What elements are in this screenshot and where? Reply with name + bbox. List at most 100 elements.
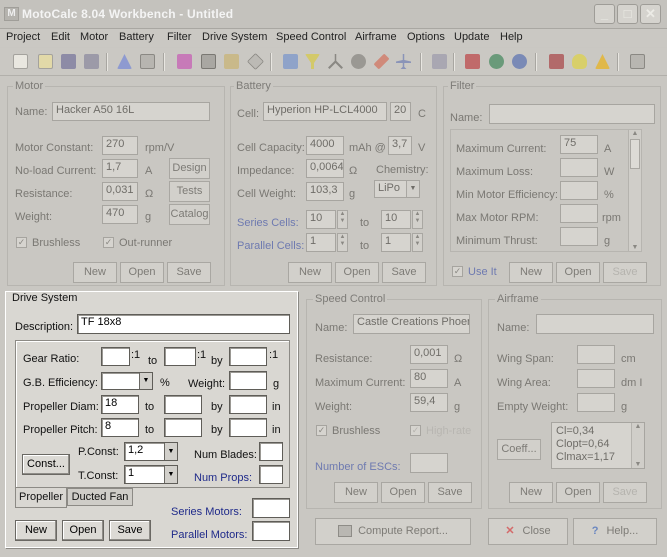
menu-airframe[interactable]: Airframe xyxy=(355,31,397,43)
web-update-icon[interactable] xyxy=(465,54,480,69)
motor-constant-field[interactable]: 270 xyxy=(102,136,138,155)
globe-info-icon[interactable] xyxy=(512,54,527,69)
series-cells-to-field[interactable]: 10 xyxy=(381,210,411,229)
esc-brushless-checkbox[interactable]: ✓ xyxy=(316,425,327,436)
filter-save-button[interactable]: Save xyxy=(603,262,647,283)
close-window-button[interactable]: ✕ xyxy=(640,4,661,24)
wing-span-field[interactable] xyxy=(577,345,615,364)
motor-tests-button[interactable]: Tests xyxy=(169,181,210,202)
esc-maxcur-field[interactable]: 80 xyxy=(410,369,448,388)
const-button[interactable]: Const... xyxy=(22,454,70,475)
airframe-save-button[interactable]: Save xyxy=(603,482,647,503)
save-as-icon[interactable] xyxy=(84,54,99,69)
book-icon[interactable] xyxy=(549,54,564,69)
motor-catalog-button[interactable]: Catalog xyxy=(169,204,210,225)
parallel-cells-to-spinner[interactable]: ▲ ▼ xyxy=(412,233,423,252)
menu-filter[interactable]: Filter xyxy=(167,31,191,43)
battery-open-button[interactable]: Open xyxy=(335,262,379,283)
coeff-scrollbar[interactable]: ▲ ▼ xyxy=(631,423,644,468)
database-icon[interactable] xyxy=(432,54,447,69)
motor-tests-icon[interactable] xyxy=(140,54,155,69)
brushless-checkbox[interactable]: ✓ xyxy=(16,237,27,248)
gearbox-weight-field[interactable] xyxy=(229,371,267,390)
menu-update[interactable]: Update xyxy=(454,31,489,43)
filter-scrollbar[interactable]: ▲ ▼ xyxy=(628,130,641,251)
drive-save-button[interactable]: Save xyxy=(109,520,151,541)
esc-new-button[interactable]: New xyxy=(334,482,378,503)
description-field[interactable]: TF 18x8 xyxy=(77,314,290,334)
coeff-scroll-up-icon[interactable]: ▲ xyxy=(632,423,644,430)
warning-icon[interactable] xyxy=(595,54,610,69)
tconst-select[interactable]: 1 ▼ xyxy=(124,465,178,484)
esc-weight-field[interactable]: 59,4 xyxy=(410,393,448,412)
fan-icon[interactable] xyxy=(351,54,366,69)
filter-name-field[interactable] xyxy=(489,104,655,124)
drive-new-button[interactable]: New xyxy=(15,520,57,541)
close-button[interactable]: ✕ Close xyxy=(488,518,568,545)
esc-resistance-field[interactable]: 0,001 xyxy=(410,345,448,364)
chart-icon[interactable] xyxy=(224,54,239,69)
exit-icon[interactable] xyxy=(630,54,645,69)
propeller-pitch-from-field[interactable]: 8 xyxy=(101,418,139,437)
motor-save-button[interactable]: Save xyxy=(167,262,211,283)
battery-save-button[interactable]: Save xyxy=(382,262,426,283)
motor-open-button[interactable]: Open xyxy=(120,262,164,283)
tconst-dropdown-icon[interactable]: ▼ xyxy=(164,466,177,483)
cell-voltage-field[interactable]: 3,7 xyxy=(388,136,412,155)
motor-weight-field[interactable]: 470 xyxy=(102,205,138,224)
esc-save-button[interactable]: Save xyxy=(428,482,472,503)
gear-ratio-to-field[interactable] xyxy=(164,347,196,366)
menu-help[interactable]: Help xyxy=(500,31,523,43)
menu-motor[interactable]: Motor xyxy=(80,31,108,43)
save-project-icon[interactable] xyxy=(61,54,76,69)
menu-drive-system[interactable]: Drive System xyxy=(202,31,267,43)
airplane-icon[interactable] xyxy=(396,54,411,69)
outrunner-checkbox[interactable]: ✓ xyxy=(103,237,114,248)
esc-name-field[interactable]: Castle Creations Phoeni xyxy=(353,314,470,334)
tip-bulb-icon[interactable] xyxy=(572,54,587,69)
motor-design-button[interactable]: Design xyxy=(169,158,210,179)
scroll-up-icon[interactable]: ▲ xyxy=(629,130,641,137)
tab-propeller[interactable]: Propeller xyxy=(15,488,67,508)
num-escs-field[interactable] xyxy=(410,453,448,473)
scroll-thumb[interactable] xyxy=(630,139,640,169)
num-blades-field[interactable] xyxy=(259,442,283,461)
gear-ratio-from-field[interactable] xyxy=(101,347,130,366)
gear-ratio-by-field[interactable] xyxy=(229,347,267,366)
chemistry-dropdown-arrow-icon[interactable]: ▼ xyxy=(406,181,419,197)
scroll-down-icon[interactable]: ▼ xyxy=(629,244,641,251)
motor-resistance-field[interactable]: 0,031 xyxy=(102,182,138,201)
diamond-icon[interactable] xyxy=(247,53,264,70)
parallel-cells-from-spinner[interactable]: ▲ ▼ xyxy=(337,233,348,252)
noload-current-field[interactable]: 1,7 xyxy=(102,159,138,178)
propeller-diam-from-field[interactable]: 18 xyxy=(101,395,139,414)
filter-row-value[interactable] xyxy=(560,227,598,246)
esc-icon[interactable] xyxy=(373,53,390,70)
menu-edit[interactable]: Edit xyxy=(51,31,70,43)
use-it-checkbox[interactable]: ✓ xyxy=(452,266,463,277)
num-props-field[interactable] xyxy=(259,465,283,484)
battery-icon[interactable] xyxy=(177,54,192,69)
pconst-dropdown-icon[interactable]: ▼ xyxy=(164,443,177,460)
compute-report-button[interactable]: Compute Report... xyxy=(315,518,471,545)
gb-efficiency-select[interactable]: ▼ xyxy=(101,372,153,390)
propeller-pitch-to-field[interactable] xyxy=(164,418,202,437)
new-project-icon[interactable] xyxy=(13,54,28,69)
wing-area-field[interactable] xyxy=(577,369,615,388)
menu-battery[interactable]: Battery xyxy=(119,31,154,43)
esc-open-button[interactable]: Open xyxy=(381,482,425,503)
series-cells-from-spinner[interactable]: ▲ ▼ xyxy=(337,210,348,229)
parallel-cells-from-field[interactable]: 1 xyxy=(306,233,336,252)
airframe-name-field[interactable] xyxy=(536,314,654,334)
propeller-diam-by-field[interactable] xyxy=(229,395,267,414)
filter-icon[interactable] xyxy=(305,54,320,69)
open-project-icon[interactable] xyxy=(38,54,53,69)
highrate-checkbox[interactable]: ✓ xyxy=(410,425,421,436)
filter-row-value[interactable] xyxy=(560,181,598,200)
menu-project[interactable]: Project xyxy=(6,31,40,43)
printer-icon[interactable] xyxy=(201,54,216,69)
airframe-open-button[interactable]: Open xyxy=(556,482,600,503)
impedance-field[interactable]: 0,0064 xyxy=(306,159,344,178)
menu-options[interactable]: Options xyxy=(407,31,445,43)
parallel-motors-field[interactable] xyxy=(252,521,290,541)
